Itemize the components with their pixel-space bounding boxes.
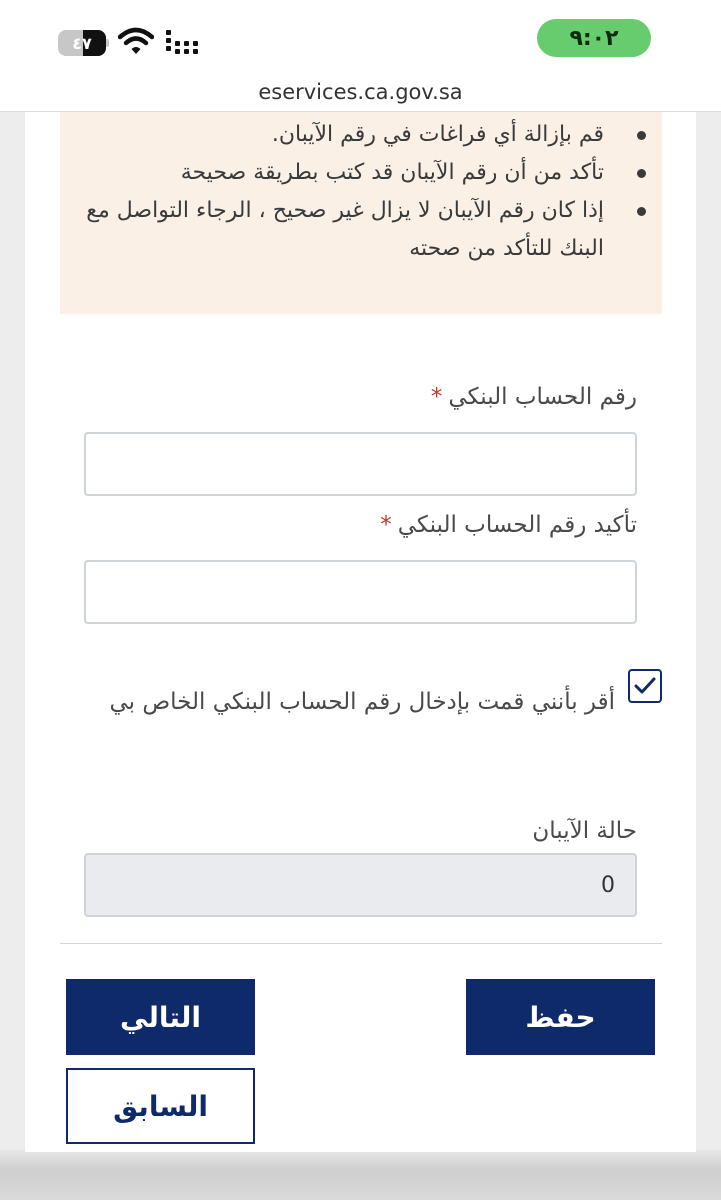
notice-list: قم بإزالة أي فراغات في رقم الآيبان. تأكد…	[84, 116, 646, 268]
required-mark: *	[380, 512, 392, 538]
iban-notice: قم بإزالة أي فراغات في رقم الآيبان. تأكد…	[60, 112, 662, 314]
consent-checkbox[interactable]	[628, 669, 662, 703]
notice-item: إذا كان رقم الآيبان لا يزال غير صحيح ، ا…	[84, 192, 646, 268]
save-button[interactable]: حفظ	[466, 979, 655, 1055]
account-number-input[interactable]	[84, 432, 637, 496]
iban-status-field: 0	[84, 853, 637, 917]
next-button[interactable]: التالي	[66, 979, 255, 1055]
notice-item: قم بإزالة أي فراغات في رقم الآيبان.	[84, 116, 646, 154]
required-mark: *	[430, 384, 443, 410]
divider	[60, 943, 662, 944]
status-bar: ٩:٠٢ ٤٧	[0, 0, 721, 72]
url-text: eservices.ca.gov.sa	[258, 79, 463, 104]
iban-status-value: 0	[601, 872, 615, 898]
consent-label: أقر بأنني قمت بإدخال رقم الحساب البنكي ا…	[109, 689, 615, 715]
notice-item: تأكد من أن رقم الآيبان قد كتب بطريقة صحي…	[84, 154, 646, 192]
bottom-toolbar-fade	[0, 1150, 721, 1200]
confirm-account-number-label-text: تأكيد رقم الحساب البنكي	[397, 512, 637, 538]
battery-level: ٤٧	[72, 33, 92, 53]
wifi-icon	[118, 27, 154, 54]
status-time: ٩:٠٢	[537, 19, 651, 57]
cellular-signal-icon	[166, 30, 198, 54]
account-number-label-text: رقم الحساب البنكي	[448, 384, 637, 410]
confirm-account-number-input[interactable]	[84, 560, 637, 624]
confirm-account-number-label: تأكيد رقم الحساب البنكي*	[380, 512, 637, 538]
account-number-label: رقم الحساب البنكي*	[431, 384, 637, 410]
address-bar[interactable]: eservices.ca.gov.sa	[0, 72, 721, 112]
checkmark-icon	[634, 677, 656, 694]
iban-status-label: حالة الآيبان	[532, 818, 637, 844]
battery-icon: ٤٧	[58, 30, 110, 56]
previous-button[interactable]: السابق	[66, 1068, 255, 1144]
